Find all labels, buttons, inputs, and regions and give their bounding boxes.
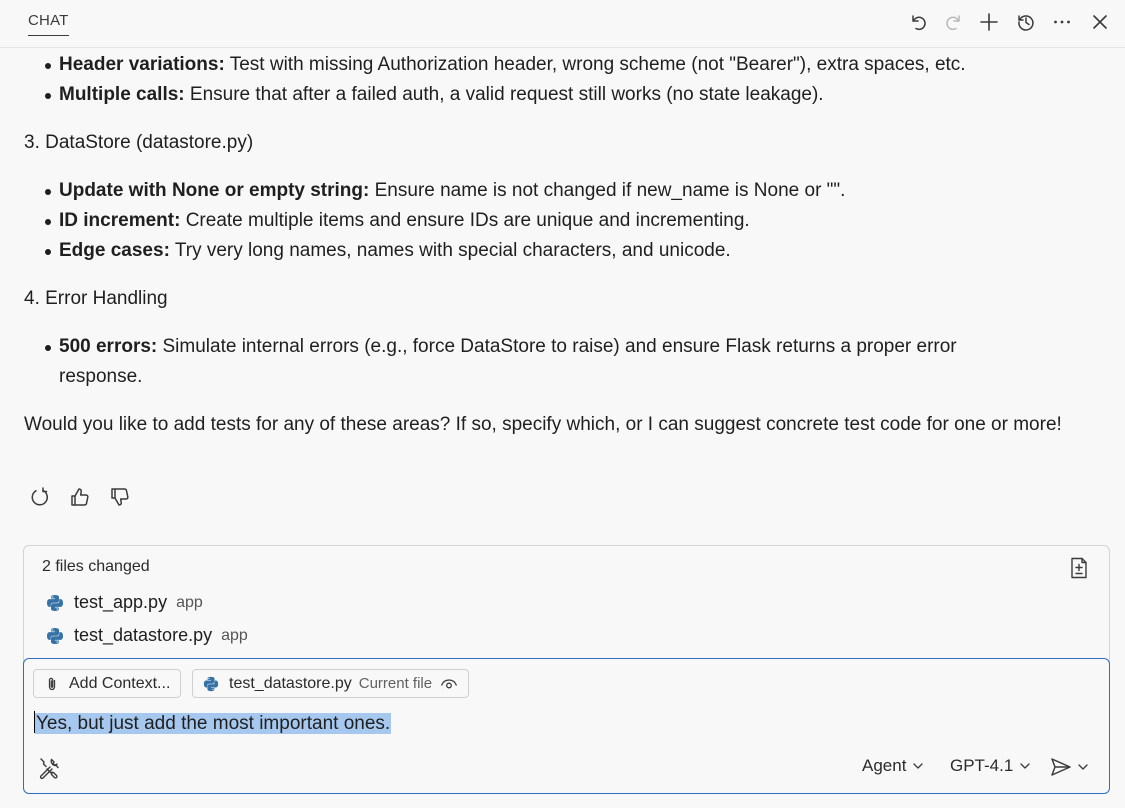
redo-icon[interactable] <box>942 10 966 34</box>
input-selected-text: Yes, but just add the most important one… <box>35 713 392 734</box>
current-file-chip[interactable]: test_datastore.py Current file <box>192 669 470 698</box>
list-item: Update with None or empty string: Ensure… <box>24 176 1104 206</box>
changed-file-row[interactable]: test_app.py app <box>46 592 203 613</box>
model-selector[interactable]: GPT-4.1 <box>950 756 1031 776</box>
feedback-toolbar <box>28 485 132 509</box>
assistant-message: Header variations: Test with missing Aut… <box>24 50 1104 440</box>
changed-file-row[interactable]: test_datastore.py app <box>46 625 248 646</box>
tab-chat[interactable]: CHAT <box>28 12 69 36</box>
new-chat-icon[interactable] <box>977 10 1001 34</box>
add-context-label: Add Context... <box>69 674 171 692</box>
tab-active-underline <box>28 35 69 36</box>
python-file-icon <box>47 627 63 644</box>
file-name: test_app.py <box>74 592 168 612</box>
chevron-down-icon <box>1020 763 1030 769</box>
list-item: ID increment: Create multiple items and … <box>24 206 1104 236</box>
chat-header: CHAT <box>0 0 1125 48</box>
close-icon[interactable] <box>1088 10 1112 34</box>
paperclip-icon <box>48 677 56 690</box>
model-label: GPT-4.1 <box>950 756 1014 775</box>
list-item: Multiple calls: Ensure that after a fail… <box>24 80 1104 110</box>
retry-icon[interactable] <box>28 485 52 509</box>
eye-icon[interactable] <box>440 675 458 693</box>
current-file-tag: Current file <box>358 675 433 692</box>
thumbs-down-icon[interactable] <box>108 485 132 509</box>
python-file-icon <box>47 594 63 611</box>
agent-mode-label: Agent <box>862 756 907 775</box>
thumbs-up-icon[interactable] <box>68 485 92 509</box>
python-file-icon <box>203 676 219 691</box>
tools-icon[interactable] <box>37 756 61 780</box>
more-icon[interactable] <box>1050 10 1074 34</box>
section-heading: 4. Error Handling <box>24 288 168 309</box>
list-item: Edge cases: Try very long names, names w… <box>24 236 1104 266</box>
file-directory: app <box>176 593 203 611</box>
files-changed-title: 2 files changed <box>42 558 150 575</box>
current-file-name: test_datastore.py <box>229 674 352 692</box>
history-icon[interactable] <box>1014 10 1038 34</box>
list-item: 500 errors: Simulate internal errors (e.… <box>24 332 1104 392</box>
send-button[interactable] <box>1049 755 1089 779</box>
chat-input-box: Add Context... test_datastore.py Current… <box>23 658 1110 794</box>
add-context-button[interactable]: Add Context... <box>33 669 182 698</box>
send-icon <box>1051 758 1071 776</box>
agent-mode-selector[interactable]: Agent <box>862 756 924 776</box>
chevron-down-icon <box>913 763 924 769</box>
chevron-down-icon[interactable] <box>1077 761 1089 773</box>
undo-icon[interactable] <box>906 10 930 34</box>
file-name: test_datastore.py <box>74 625 213 645</box>
closing-paragraph: Would you like to add tests for any of t… <box>24 414 1062 435</box>
section-heading: 3. DataStore (datastore.py) <box>24 132 254 153</box>
chat-input-field[interactable]: Yes, but just add the most important one… <box>34 710 392 738</box>
tab-chat-label: CHAT <box>28 12 69 29</box>
files-changed-panel: 2 files changed test_app.py app test_dat… <box>23 545 1110 665</box>
list-item: Header variations: Test with missing Aut… <box>24 50 1104 80</box>
review-changes-icon[interactable] <box>1067 556 1091 580</box>
file-directory: app <box>221 626 248 644</box>
